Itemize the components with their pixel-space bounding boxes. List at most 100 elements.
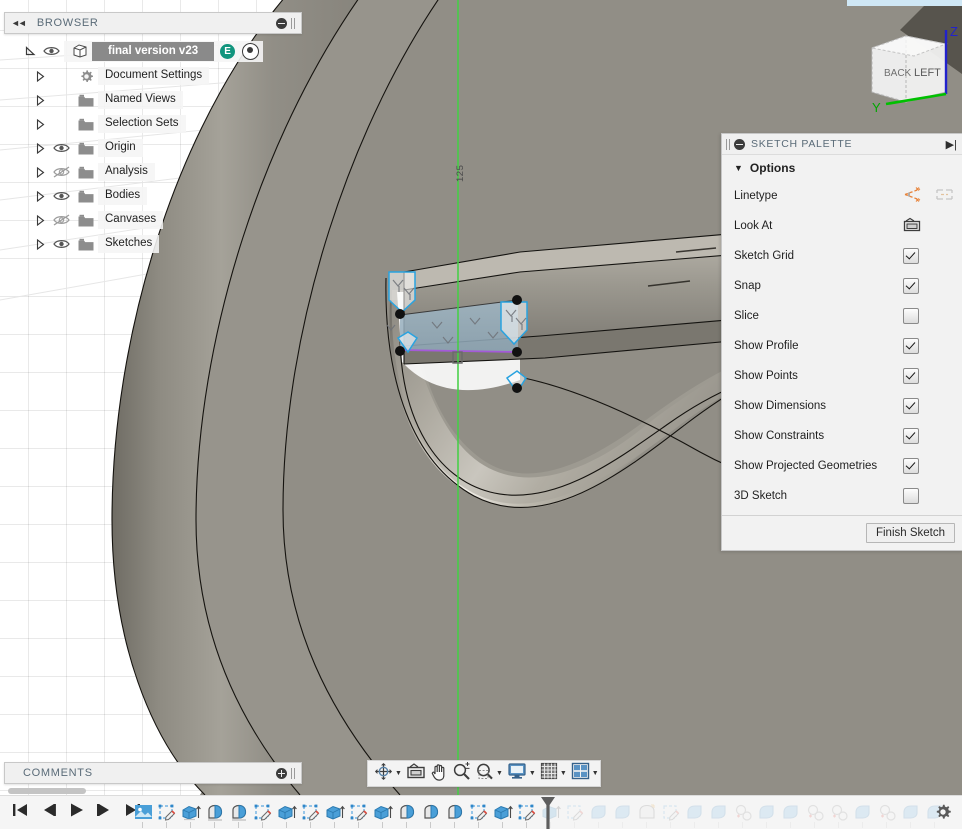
display-settings-button[interactable]: ▼ (505, 762, 538, 785)
chevron-right-icon[interactable] (32, 71, 48, 82)
timeline-feature-fillet[interactable] (899, 796, 923, 829)
grid-snaps-icon[interactable] (540, 762, 558, 785)
chevron-down-icon[interactable]: ▼ (529, 770, 536, 777)
chevron-down-icon[interactable]: ▼ (560, 770, 567, 777)
chevron-right-icon[interactable] (32, 167, 48, 178)
chevron-down-icon[interactable]: ▼ (592, 770, 599, 777)
timeline-feature-fillet[interactable] (611, 796, 635, 829)
play-icon[interactable] (68, 802, 85, 823)
eye-visible-icon[interactable] (38, 45, 64, 57)
browser-item-analysis[interactable]: Analysis (4, 160, 302, 184)
display-settings-icon[interactable] (507, 762, 527, 785)
3d-sketch-checkbox[interactable] (903, 488, 919, 504)
browser-item-document-settings[interactable]: Document Settings (4, 64, 302, 88)
option-row-snap[interactable]: Snap (722, 271, 962, 301)
browser-panel[interactable]: ◄◄ BROWSER final version v23 E (4, 12, 302, 256)
timeline-playback-controls[interactable] (4, 796, 141, 829)
chevron-right-icon[interactable] (32, 215, 48, 226)
radio-selected-icon[interactable] (242, 43, 259, 60)
timeline-settings-gear-icon[interactable] (934, 803, 952, 826)
option-row-show-constraints[interactable]: Show Constraints (722, 421, 962, 451)
timeline-feature-sketch[interactable] (467, 796, 491, 829)
finish-sketch-button[interactable]: Finish Sketch (866, 523, 955, 543)
arrow-right-bar-icon[interactable]: ▶| (946, 138, 959, 151)
option-row-sketch-grid[interactable]: Sketch Grid (722, 241, 962, 271)
show-points-checkbox[interactable] (903, 368, 919, 384)
viewports-icon[interactable] (571, 762, 590, 785)
timeline-feature-sketch[interactable] (155, 796, 179, 829)
timeline-feature-fillet[interactable] (683, 796, 707, 829)
collapse-left-icon[interactable]: ◄◄ (11, 18, 25, 28)
browser-item-sketches[interactable]: Sketches (4, 232, 302, 256)
jump-to-start-icon[interactable] (12, 802, 29, 823)
step-back-icon[interactable] (40, 802, 57, 823)
slice-checkbox[interactable] (903, 308, 919, 324)
timeline-feature-revolve[interactable] (395, 796, 419, 829)
snap-checkbox[interactable] (903, 278, 919, 294)
timeline-bar[interactable] (0, 795, 962, 829)
browser-item-origin[interactable]: Origin (4, 136, 302, 160)
browser-item-canvases[interactable]: Canvases (4, 208, 302, 232)
expanded-triangle-icon[interactable] (22, 46, 38, 57)
timeline-feature-sketch[interactable] (299, 796, 323, 829)
orbit-button[interactable]: ▼ (372, 762, 404, 785)
timeline-feature-sketch[interactable] (659, 796, 683, 829)
timeline-feature-revolve[interactable] (443, 796, 467, 829)
show-projected-geometries-checkbox[interactable] (903, 458, 919, 474)
timeline-feature-extrude[interactable] (371, 796, 395, 829)
plus-circle-icon[interactable] (276, 768, 287, 779)
option-row-show-profile[interactable]: Show Profile (722, 331, 962, 361)
chevron-right-icon[interactable] (32, 95, 48, 106)
chevron-right-icon[interactable] (32, 119, 48, 130)
option-row-3d-sketch[interactable]: 3D Sketch (722, 481, 962, 511)
option-row-show-points[interactable]: Show Points (722, 361, 962, 391)
step-forward-icon[interactable] (96, 802, 113, 823)
look-at-camera-icon[interactable] (903, 217, 921, 236)
navigation-bar[interactable]: ▼ (367, 760, 601, 787)
timeline-feature-fillet[interactable] (779, 796, 803, 829)
timeline-feature-fillet[interactable] (851, 796, 875, 829)
option-row-slice[interactable]: Slice (722, 301, 962, 331)
timeline-feature-fillet[interactable] (707, 796, 731, 829)
chevron-down-icon[interactable]: ▼ (395, 770, 402, 777)
eye-visible-icon[interactable] (48, 190, 74, 202)
view-cube[interactable]: BACK LEFT Z Y (858, 0, 962, 130)
browser-item-named-views[interactable]: Named Views (4, 88, 302, 112)
timeline-feature-revolve[interactable] (203, 796, 227, 829)
zoom-icon[interactable] (452, 762, 471, 786)
browser-root-row[interactable]: final version v23 E (4, 38, 302, 64)
option-row-show-dimensions[interactable]: Show Dimensions (722, 391, 962, 421)
timeline-feature-extrude[interactable] (275, 796, 299, 829)
browser-item-bodies[interactable]: Bodies (4, 184, 302, 208)
look-at-button[interactable] (404, 762, 428, 785)
eye-visible-icon[interactable] (48, 238, 74, 250)
eye-hidden-icon[interactable] (48, 214, 74, 226)
browser-tree[interactable]: final version v23 E Document Settings (4, 38, 302, 256)
eye-visible-icon[interactable] (48, 142, 74, 154)
panel-grip[interactable] (291, 768, 295, 779)
minus-circle-icon[interactable] (734, 139, 745, 150)
show-dimensions-checkbox[interactable] (903, 398, 919, 414)
centerline-icon[interactable] (935, 187, 954, 205)
options-section-header[interactable]: ▼ Options (722, 155, 962, 181)
look-at-camera-icon[interactable] (406, 762, 426, 785)
timeline-feature-revolve[interactable] (419, 796, 443, 829)
timeline-feature-sketch[interactable] (251, 796, 275, 829)
panel-grip[interactable] (726, 139, 730, 150)
timeline-feature-fillet[interactable] (587, 796, 611, 829)
zoom-window-button[interactable]: ▼ (473, 762, 505, 785)
timeline-marker[interactable] (540, 796, 556, 829)
chevron-right-icon[interactable] (32, 239, 48, 250)
panel-grip[interactable] (291, 18, 295, 29)
timeline-feature-sketch[interactable] (563, 796, 587, 829)
timeline-feature-move-copy[interactable] (803, 796, 827, 829)
eye-hidden-icon[interactable] (48, 166, 74, 178)
triangle-down-icon[interactable]: ▼ (734, 163, 743, 173)
timeline-feature-extrude[interactable] (323, 796, 347, 829)
option-row-linetype[interactable]: Linetype (722, 181, 962, 211)
viewports-button[interactable]: ▼ (569, 762, 601, 785)
sketch-grid-checkbox[interactable] (903, 248, 919, 264)
timeline-feature-revolve[interactable] (227, 796, 251, 829)
sketch-palette-panel[interactable]: SKETCH PALETTE ▶| ▼ Options Linetype (721, 133, 962, 551)
pan-button[interactable] (428, 762, 450, 785)
